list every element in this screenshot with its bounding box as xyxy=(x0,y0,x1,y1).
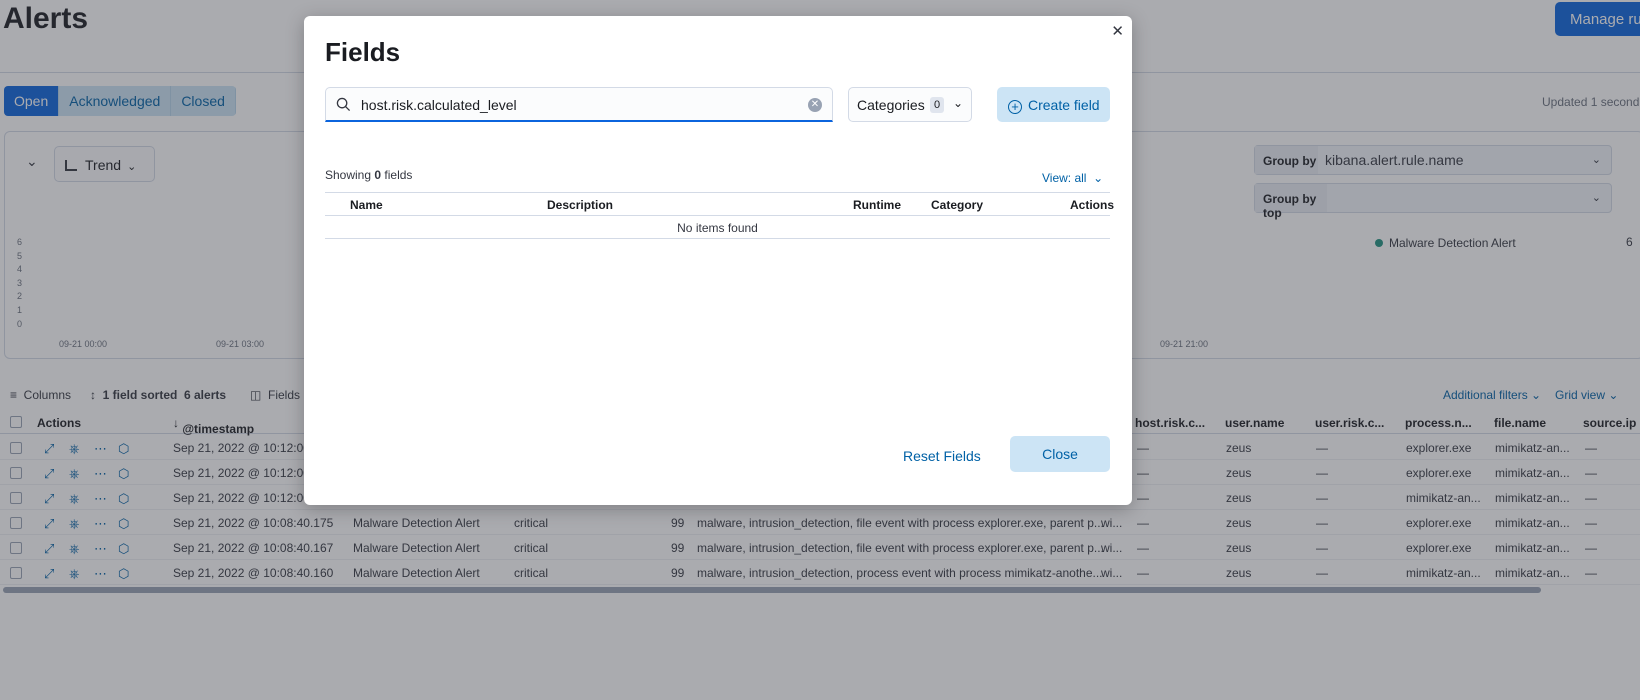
view-all-label: View: all xyxy=(1042,171,1087,185)
chevron-down-icon: ⌄ xyxy=(952,96,963,110)
showing-prefix: Showing xyxy=(325,168,372,182)
fields-table-header: Name Description Runtime Category Action… xyxy=(325,192,1114,216)
col-category: Category xyxy=(931,198,984,212)
field-search-input[interactable] xyxy=(361,94,781,116)
close-button[interactable]: Close xyxy=(1010,436,1110,472)
col-name: Name xyxy=(350,198,383,212)
close-icon[interactable]: ✕ xyxy=(1111,22,1124,40)
categories-filter-button[interactable]: Categories 0 ⌄ xyxy=(848,87,972,122)
col-runtime: Runtime xyxy=(853,198,901,212)
create-field-label: Create field xyxy=(1028,97,1100,113)
modal-title: Fields xyxy=(325,37,401,67)
showing-count: 0 xyxy=(374,168,382,182)
reset-fields-button[interactable]: Reset Fields xyxy=(903,448,981,464)
col-actions: Actions xyxy=(1070,198,1115,212)
showing-fields-count: Showing 0 fields xyxy=(325,168,412,182)
search-icon xyxy=(336,97,351,112)
categories-count-badge: 0 xyxy=(930,97,944,113)
plus-in-circle-icon: + xyxy=(1008,100,1022,114)
fields-modal: ✕ Fields ✕ Categories 0 ⌄ +Create field … xyxy=(304,16,1132,505)
clear-icon[interactable]: ✕ xyxy=(808,98,822,112)
empty-message: No items found xyxy=(325,216,1110,239)
fields-table: Name Description Runtime Category Action… xyxy=(325,192,1114,239)
field-search: ✕ xyxy=(325,87,833,122)
col-description: Description xyxy=(547,198,614,212)
view-all-button[interactable]: View: all ⌄ xyxy=(1042,171,1103,185)
create-field-button[interactable]: + Create field xyxy=(997,87,1110,122)
showing-suffix: fields xyxy=(384,168,413,182)
categories-label: Categories xyxy=(857,97,925,113)
